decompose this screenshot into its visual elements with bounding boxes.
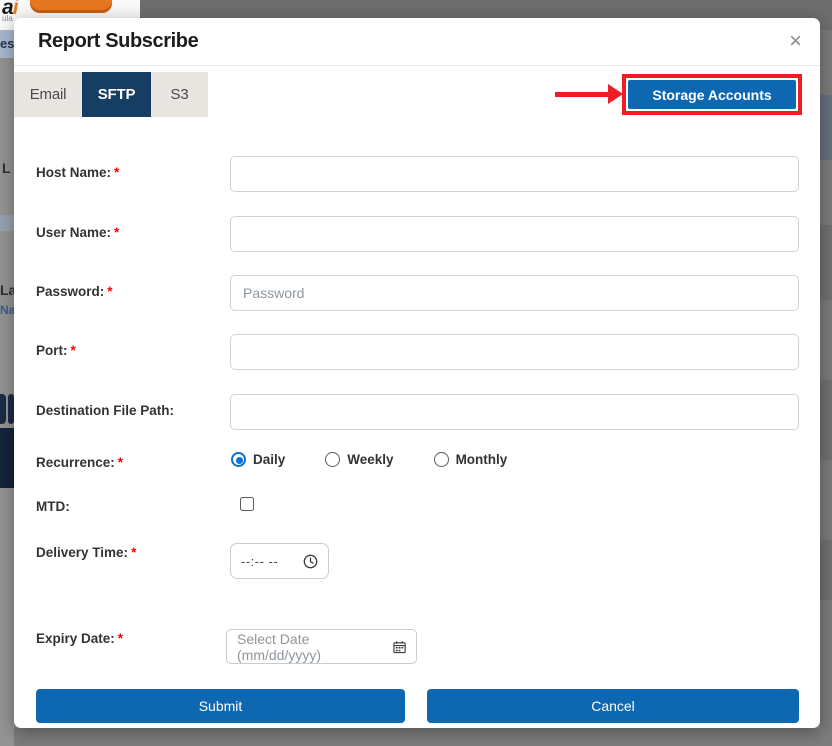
recurrence-label: Recurrence:* bbox=[36, 455, 123, 470]
background-right-band bbox=[820, 225, 832, 300]
required-asterisk: * bbox=[131, 545, 136, 560]
background-right-band bbox=[820, 380, 832, 460]
required-asterisk: * bbox=[71, 343, 76, 358]
required-asterisk: * bbox=[114, 165, 119, 180]
modal-title: Report Subscribe bbox=[38, 30, 198, 53]
delivery-time-label: Delivery Time:* bbox=[36, 545, 136, 560]
storage-accounts-button[interactable]: Storage Accounts bbox=[628, 80, 796, 109]
tab-s3[interactable]: S3 bbox=[151, 72, 208, 117]
port-input[interactable] bbox=[230, 334, 799, 370]
radio-weekly-circle[interactable] bbox=[325, 452, 340, 467]
destination-file-path-input[interactable] bbox=[230, 394, 799, 430]
required-asterisk: * bbox=[107, 284, 112, 299]
tab-email[interactable]: Email bbox=[14, 72, 82, 117]
required-asterisk: * bbox=[114, 225, 119, 240]
radio-weekly[interactable]: Weekly bbox=[325, 452, 393, 467]
password-label: Password:* bbox=[36, 284, 113, 299]
close-icon[interactable]: × bbox=[789, 28, 802, 54]
annotation-arrow-shaft bbox=[555, 92, 610, 97]
mtd-checkbox[interactable] bbox=[240, 497, 254, 511]
expiry-date-label: Expiry Date:* bbox=[36, 631, 123, 646]
radio-monthly-circle[interactable] bbox=[434, 452, 449, 467]
port-label: Port:* bbox=[36, 343, 76, 358]
background-right-band bbox=[820, 540, 832, 600]
recurrence-radio-group: Daily Weekly Monthly bbox=[231, 452, 547, 467]
background-right-band bbox=[820, 95, 832, 160]
user-name-label: User Name:* bbox=[36, 225, 119, 240]
password-input[interactable] bbox=[230, 275, 799, 311]
annotation-highlight-box: Storage Accounts bbox=[622, 74, 802, 115]
delivery-time-input[interactable]: --:-- -- bbox=[230, 543, 329, 579]
background-row bbox=[0, 215, 14, 231]
mtd-label: MTD: bbox=[36, 499, 70, 514]
background-button-fragment bbox=[0, 394, 6, 424]
annotation-arrow-head bbox=[608, 84, 623, 104]
host-name-input[interactable] bbox=[230, 156, 799, 192]
background-text-fragment: L bbox=[2, 160, 11, 176]
tab-bar: Email SFTP S3 bbox=[14, 72, 208, 117]
background-panel-fragment bbox=[0, 428, 14, 488]
user-name-input[interactable] bbox=[230, 216, 799, 252]
host-name-label: Host Name:* bbox=[36, 165, 119, 180]
radio-monthly[interactable]: Monthly bbox=[434, 452, 508, 467]
radio-daily-circle[interactable] bbox=[231, 452, 246, 467]
radio-daily[interactable]: Daily bbox=[231, 452, 285, 467]
expiry-date-input[interactable]: Select Date (mm/dd/yyyy) bbox=[226, 629, 417, 664]
required-asterisk: * bbox=[118, 631, 123, 646]
cancel-button[interactable]: Cancel bbox=[427, 689, 799, 723]
destination-file-path-label: Destination File Path: bbox=[36, 403, 174, 418]
required-asterisk: * bbox=[118, 455, 123, 470]
logo-swoosh bbox=[30, 0, 112, 13]
modal-header: Report Subscribe × bbox=[14, 18, 820, 66]
tab-sftp[interactable]: SFTP bbox=[82, 72, 151, 117]
clock-icon bbox=[303, 554, 318, 569]
report-subscribe-modal: Report Subscribe × Email SFTP S3 Storage… bbox=[14, 18, 820, 728]
submit-button[interactable]: Submit bbox=[36, 689, 405, 723]
calendar-icon bbox=[393, 640, 406, 654]
background-bottom-strip bbox=[14, 728, 832, 746]
